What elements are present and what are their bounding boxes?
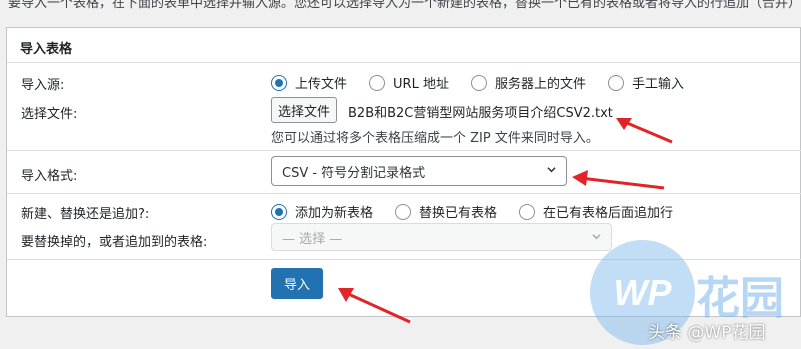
source-option-label: 服务器上的文件 xyxy=(494,77,586,92)
source-option-manual[interactable]: 手工输入 xyxy=(607,73,684,92)
radio-unchecked[interactable] xyxy=(607,74,624,91)
source-option-label: 上传文件 xyxy=(295,77,348,92)
source-label: 导入源: xyxy=(21,78,65,93)
mode-label: 新建、替换还是追加?: xyxy=(21,207,150,222)
radio-unchecked[interactable] xyxy=(395,203,412,220)
chevron-down-icon xyxy=(592,234,601,240)
mode-option-append[interactable]: 在已有表格后面追加行 xyxy=(519,202,673,221)
mode-option-new[interactable]: 添加为新表格 xyxy=(271,202,373,221)
mode-option-label: 在已有表格后面追加行 xyxy=(543,206,674,221)
credit-text: 头条 @WP花园 xyxy=(648,323,766,343)
chevron-down-icon xyxy=(547,167,556,173)
divider xyxy=(7,193,801,194)
source-option-label: 手工输入 xyxy=(631,77,684,92)
arrow-annotation-icon xyxy=(616,118,673,144)
watermark-cn-text: 花园 xyxy=(696,273,784,324)
source-option-server[interactable]: 服务器上的文件 xyxy=(470,73,586,92)
source-radio-group: 上传文件 URL 地址 服务器上的文件 手工输入 xyxy=(271,73,706,92)
choose-file-button[interactable]: 选择文件 xyxy=(271,97,338,123)
radio-unchecked[interactable] xyxy=(519,203,536,220)
zip-hint: 您可以通过将多个表格压缩成一个 ZIP 文件来同时导入。 xyxy=(271,131,599,146)
mode-option-replace[interactable]: 替换已有表格 xyxy=(395,202,497,221)
arrow-annotation-icon xyxy=(338,288,411,324)
format-label: 导入格式: xyxy=(21,169,78,184)
import-button[interactable]: 导入 xyxy=(271,268,323,299)
source-option-url[interactable]: URL 地址 xyxy=(369,73,449,92)
radio-checked[interactable] xyxy=(271,74,287,91)
mode-radio-group: 添加为新表格 替换已有表格 在已有表格后面追加行 xyxy=(271,202,695,221)
mode-option-label: 替换已有表格 xyxy=(419,206,498,221)
file-label: 选择文件: xyxy=(21,107,78,122)
radio-unchecked[interactable] xyxy=(369,74,386,91)
panel-title: 导入表格 xyxy=(7,28,800,63)
arrow-annotation-icon xyxy=(572,170,665,190)
selected-file-name: B2B和B2C营销型网站服务项目介绍CSV2.txt xyxy=(348,106,613,121)
radio-unchecked[interactable] xyxy=(470,74,487,91)
intro-text: 要导入一个表格，在下面的表单中选择并输入源。您还可以选择导入为一个新建的表格，替… xyxy=(8,0,801,11)
format-select-value: CSV - 符号分割记录格式 xyxy=(282,165,426,181)
source-option-label: URL 地址 xyxy=(393,77,449,92)
radio-checked[interactable] xyxy=(271,203,287,220)
target-table-label: 要替换掉的，或者追加到的表格: xyxy=(21,235,208,250)
source-option-upload[interactable]: 上传文件 xyxy=(271,73,347,92)
format-select[interactable]: CSV - 符号分割记录格式 xyxy=(271,156,567,186)
divider xyxy=(7,150,801,151)
mode-option-label: 添加为新表格 xyxy=(295,206,374,221)
target-table-select[interactable]: — 选择 — xyxy=(271,223,612,251)
target-table-placeholder: — 选择 — xyxy=(282,231,343,247)
